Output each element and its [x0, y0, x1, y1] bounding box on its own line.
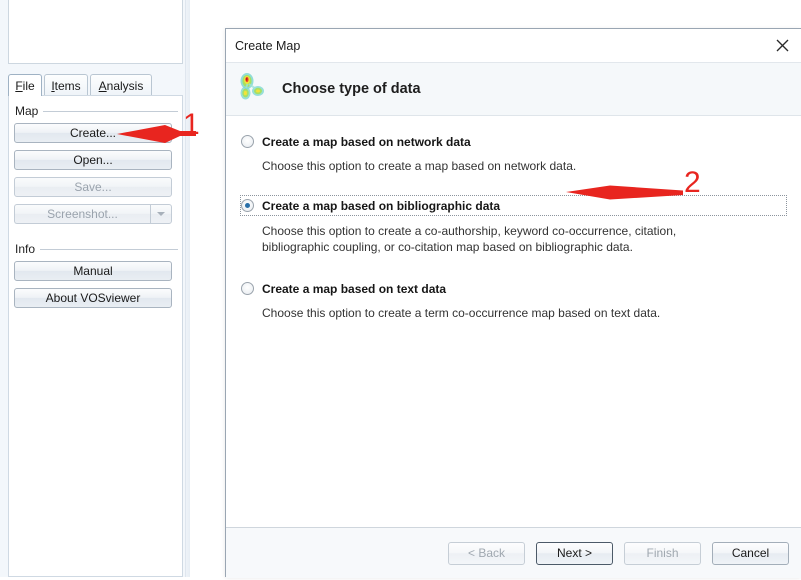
application-left-panel: File Items Analysis Map Create... Open..… — [0, 0, 190, 577]
radio-icon-text-data[interactable] — [241, 282, 254, 295]
dialog-banner: Choose type of data — [226, 63, 801, 116]
save-map-button-label: Save... — [74, 180, 112, 194]
dialog-titlebar: Create Map — [226, 29, 801, 63]
create-map-button[interactable]: Create... — [14, 123, 172, 143]
option-label-network-data: Create a map based on network data — [262, 134, 471, 149]
finish-button-label: Finish — [646, 546, 679, 560]
manual-button-label: Manual — [73, 264, 113, 278]
tab-file-label: ile — [22, 78, 35, 93]
option-network-data: Create a map based on network data Choos… — [240, 132, 787, 174]
next-button[interactable]: Next > — [536, 541, 613, 565]
vosviewer-density-logo-icon — [240, 73, 264, 100]
about-vosviewer-button[interactable]: About VOSviewer — [14, 288, 172, 308]
tab-analysis[interactable]: Analysis — [90, 74, 152, 96]
group-label-map: Map — [15, 104, 39, 118]
file-tab-panel: Map Create... Open... Save... Screenshot… — [8, 95, 183, 577]
save-map-button: Save... — [14, 177, 172, 197]
tab-items-label: tems — [54, 78, 81, 93]
radio-row-text-data[interactable]: Create a map based on text data — [240, 279, 787, 298]
cancel-button-label: Cancel — [731, 546, 770, 560]
screenshot-button-label: Screenshot... — [47, 207, 118, 221]
chevron-down-icon — [157, 212, 165, 216]
dialog-body: Create a map based on network data Choos… — [226, 116, 801, 527]
create-map-button-label: Create... — [69, 126, 117, 140]
option-description-network-data: Choose this option to create a map based… — [262, 159, 577, 173]
map-viewport[interactable] — [8, 0, 183, 64]
group-header-info: Info — [15, 242, 178, 256]
tab-analysis-mnemonic: A — [98, 78, 107, 93]
dialog-heading: Choose type of data — [282, 81, 421, 97]
option-label-bibliographic-data: Create a map based on bibliographic data — [262, 198, 501, 213]
next-button-label: Next > — [556, 546, 592, 560]
option-bibliographic-data: Create a map based on bibliographic data… — [240, 195, 787, 255]
cancel-button[interactable]: Cancel — [712, 541, 789, 565]
dialog-footer: < Back Next > Finish Cancel — [226, 527, 801, 578]
back-button-label: < Back — [467, 546, 506, 560]
group-rule-map — [43, 110, 178, 112]
group-label-info: Info — [15, 242, 36, 256]
radio-row-bibliographic-data[interactable]: Create a map based on bibliographic data — [240, 195, 787, 216]
option-description-text-data: Choose this option to create a term co-o… — [262, 306, 661, 320]
dialog-title: Create Map — [235, 38, 301, 53]
tab-file-mnemonic: F — [15, 78, 23, 93]
open-map-button-label: Open... — [73, 153, 113, 167]
radio-icon-network-data[interactable] — [241, 135, 254, 148]
tab-items[interactable]: Items — [44, 74, 88, 96]
close-icon[interactable] — [769, 33, 795, 58]
radio-row-network-data[interactable]: Create a map based on network data — [240, 132, 787, 151]
back-button: < Back — [448, 541, 525, 565]
screenshot-dropdown-button[interactable] — [150, 204, 172, 224]
tabstrip: File Items Analysis — [8, 74, 183, 96]
radio-icon-bibliographic-data[interactable] — [241, 199, 254, 212]
option-text-data: Create a map based on text data Choose t… — [240, 279, 787, 321]
open-map-button[interactable]: Open... — [14, 150, 172, 170]
screenshot-button: Screenshot... — [14, 204, 150, 224]
manual-button[interactable]: Manual — [14, 261, 172, 281]
finish-button: Finish — [624, 541, 701, 565]
create-map-dialog: Create Map Choose type of data Create a … — [225, 28, 801, 578]
tab-file[interactable]: File — [8, 74, 42, 96]
tab-analysis-label: nalysis — [106, 78, 144, 93]
group-header-map: Map — [15, 104, 178, 118]
option-description-bibliographic-data: Choose this option to create a co-author… — [262, 224, 677, 254]
option-label-text-data: Create a map based on text data — [262, 281, 447, 296]
about-vosviewer-button-label: About VOSviewer — [45, 291, 141, 305]
group-rule-info — [40, 248, 178, 250]
